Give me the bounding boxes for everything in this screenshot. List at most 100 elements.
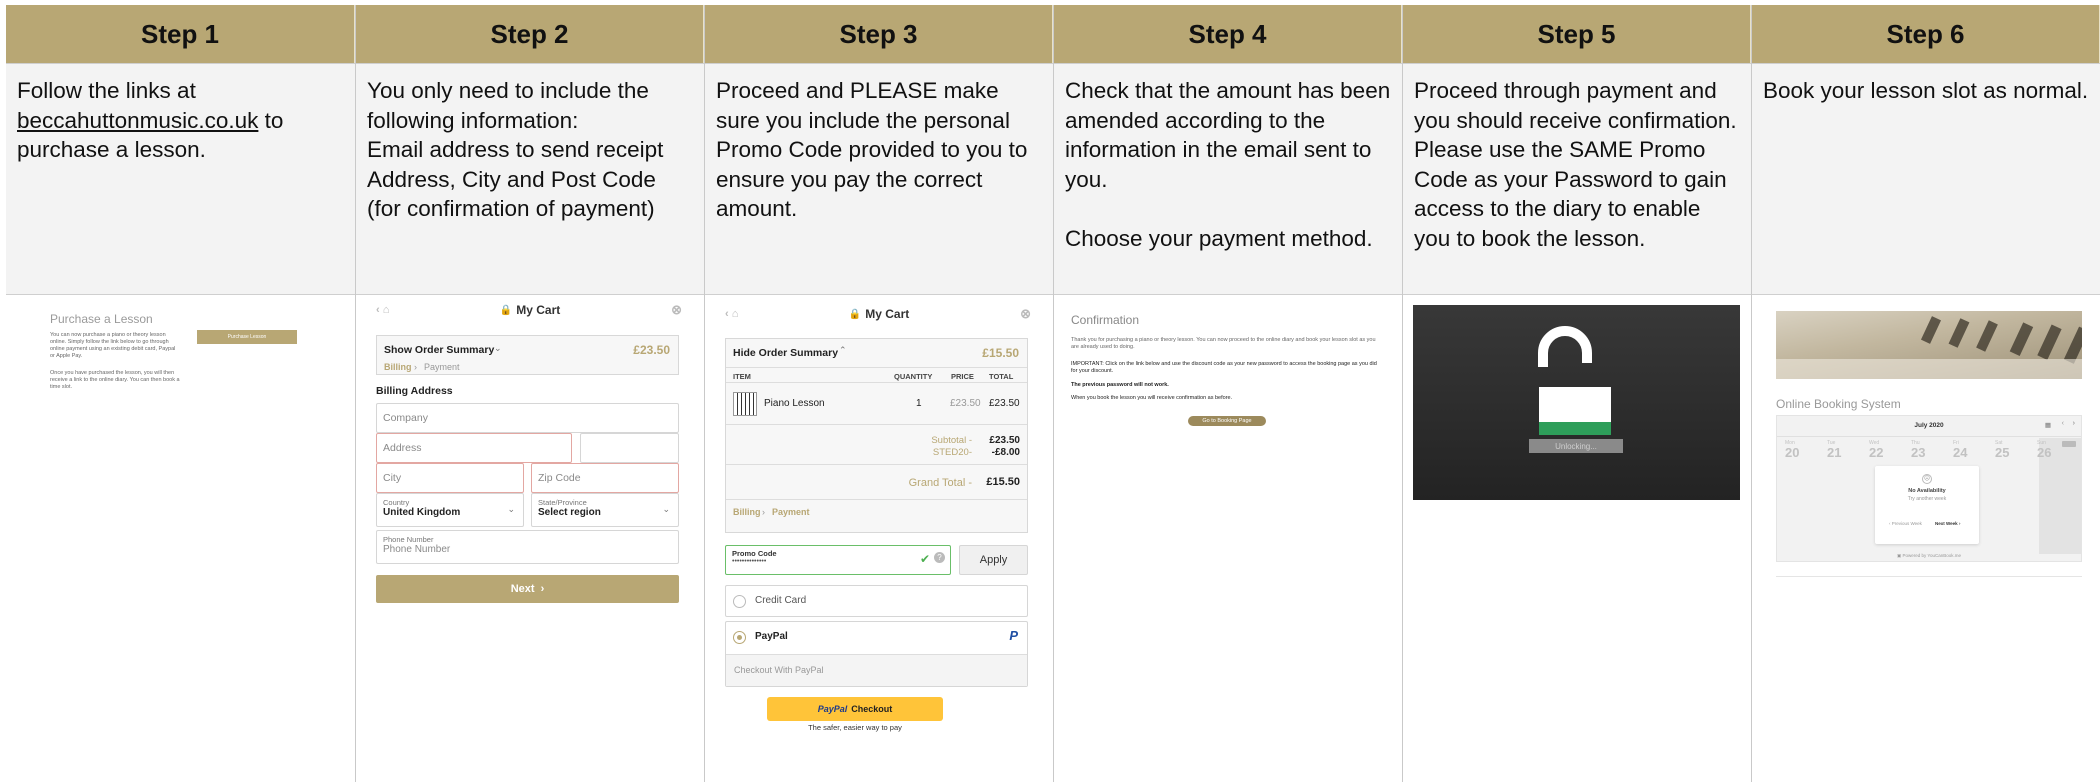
phone-label: Phone Number [383,535,434,544]
unlocking-progress: Unlocking... [1529,439,1623,453]
item-price: £23.50 [950,398,981,409]
col-price: PRICE [951,372,974,381]
calendar-day-26[interactable]: Sun 26 [2037,440,2071,459]
apply-button[interactable]: Apply [959,545,1028,575]
step-6-header: Step 6 [1752,5,2100,63]
close-icon[interactable]: ⊗ [671,302,682,318]
country-value: United Kingdom [383,507,461,518]
item-total: £23.50 [989,398,1020,409]
grand-total-value: £15.50 [986,476,1020,488]
item-name: Piano Lesson [764,398,825,409]
crumb-billing[interactable]: Billing [384,362,412,372]
go-to-booking-button[interactable]: Go to Booking Page [1188,416,1266,426]
step-1-description: Follow the links at beccahuttonmusic.co.… [6,63,355,295]
step-5-screenshot: Unlocking... [1403,295,1751,782]
crumb-separator: › [762,507,765,517]
booking-calendar: July 2020 ▦ ‹ › Mon 20 Tue 21 Wed 22 Thu 23 Fri 2… [1776,415,2082,562]
calendar-day-20[interactable]: Mon 20 [1785,440,1819,459]
website-link[interactable]: beccahuttonmusic.co.uk [17,108,258,133]
item-quantity: 1 [916,398,922,409]
calendar-month: July 2020 [1914,422,1944,429]
next-arrow-icon[interactable]: › [2073,420,2075,427]
back-cart-icon[interactable]: ‹ ⌂ [725,308,738,320]
state-select[interactable]: State/Province Select region ⌄ [531,493,679,527]
hide-order-summary-label[interactable]: Hide Order Summary [733,347,838,359]
paypal-checkout-button[interactable]: PayPal Checkout [767,697,943,721]
paypal-brand: PayPal [817,704,848,714]
step-1-text-before: Follow the links at [17,78,196,103]
step-3-title: Step 3 [839,18,918,49]
radio-unselected-icon[interactable] [733,595,746,608]
calendar-divider [1777,436,2081,437]
crumb-billing[interactable]: Billing [733,507,761,517]
address-line2-field[interactable] [580,433,679,463]
col-item: ITEM [733,372,751,381]
crumb-payment[interactable]: Payment [772,507,810,517]
credit-card-option[interactable]: Credit Card [725,585,1028,617]
calendar-day-24[interactable]: Fri 24 [1953,440,1987,459]
paypal-option[interactable]: PayPal P Checkout With PayPal [725,621,1028,687]
grand-total-label: Grand Total - [908,477,972,489]
promo-code-field[interactable]: Promo Code •••••••••••••• ✔ ? [725,545,951,575]
step-1-screenshot: Purchase a Lesson You can now purchase a… [6,295,355,782]
calendar-icon[interactable]: ▦ [2045,421,2051,429]
purchase-intro-text: You can now purchase a piano or theory l… [50,332,176,359]
step-1-title: Step 1 [140,18,220,49]
calendar-day-number: 23 [1911,445,1926,460]
calendar-day-22[interactable]: Wed 22 [1869,440,1903,459]
company-field[interactable]: Company [376,403,679,433]
country-select[interactable]: Country United Kingdom ⌄ [376,493,524,527]
col-quantity: QUANTITY [894,372,933,381]
close-icon[interactable]: ⊗ [1020,306,1031,322]
chevron-down-icon: ⌄ [662,504,670,514]
phone-field[interactable]: Phone Number Phone Number [376,530,679,564]
confirmation-heading: Confirmation [1071,313,1140,327]
radio-selected-icon[interactable] [733,631,746,644]
piano-keys-banner [1776,311,2090,379]
step-2-screenshot: ‹ ⌂ 🔒 My Cart ⊗ Show Order Summary ⌄ £23… [356,295,704,782]
step-4-text: Check that the amount has been amended a… [1065,78,1391,251]
confirmation-important: IMPORTANT: Click on the link below and u… [1071,361,1377,374]
order-summary-panel: Hide Order Summary ⌃ £15.50 ITEM QUANTIT… [725,338,1028,533]
calendar-day-21[interactable]: Tue 21 [1827,440,1861,459]
no-availability-popup: ☹ No Availability Try another week ‹ Pre… [1875,466,1979,544]
chevron-up-icon: ⌃ [839,345,847,355]
next-week-button[interactable]: Next Week › [1935,521,1960,526]
try-another-week-text: Try another week [1907,496,1947,502]
phone-placeholder: Phone Number [383,544,451,555]
confirmation-thanks: Thank you for purchasing a piano or theo… [1071,337,1376,350]
help-icon[interactable]: ? [934,552,945,563]
back-cart-icon[interactable]: ‹ ⌂ [376,304,389,316]
promo-code-label: Promo Code [732,549,777,558]
previous-week-button[interactable]: ‹ Previous Week [1889,521,1922,526]
address-field[interactable]: Address [376,433,572,463]
calendar-day-number: 24 [1953,445,1968,460]
paypal-label: PayPal [755,631,788,642]
cart-title: My Cart [865,307,910,321]
step-6-column: Step 6 Book your lesson slot as normal. … [1752,5,2100,782]
sad-face-icon: ☹ [1922,474,1932,484]
next-label: Next [510,583,535,595]
next-button[interactable]: Next › [376,575,679,603]
steps-table: Step 1 Follow the links at beccahuttonmu… [6,5,2100,782]
purchase-lesson-button[interactable]: Purchase Lesson [197,330,297,344]
order-summary-box[interactable]: Show Order Summary ⌄ £23.50 Billing › Pa… [376,335,679,375]
calendar-day-25[interactable]: Sat 25 [1995,440,2029,459]
purchase-lesson-heading: Purchase a Lesson [50,312,153,326]
calendar-day-23[interactable]: Thu 23 [1911,440,1945,459]
crumb-payment[interactable]: Payment [424,362,460,372]
calendar-day-number: 25 [1995,445,2010,460]
show-order-summary-label[interactable]: Show Order Summary [384,344,494,356]
prev-arrow-icon[interactable]: ‹ [2062,420,2064,427]
crumb-separator: › [414,362,417,372]
chevron-right-icon: › [540,583,545,595]
totals-divider [726,464,1027,465]
city-field[interactable]: City [376,463,524,493]
purchase-followup-text: Once you have purchased the lesson, you … [50,370,180,390]
zip-field[interactable]: Zip Code [531,463,679,493]
powered-by-text: ▣ Powered by YouCanBook.me [1896,553,1962,558]
step-5-description: Proceed through payment and you should r… [1403,63,1751,295]
billing-address-heading: Billing Address [376,385,453,397]
step-3-description: Proceed and PLEASE make sure you include… [705,63,1053,295]
step-1-header: Step 1 [6,5,355,63]
